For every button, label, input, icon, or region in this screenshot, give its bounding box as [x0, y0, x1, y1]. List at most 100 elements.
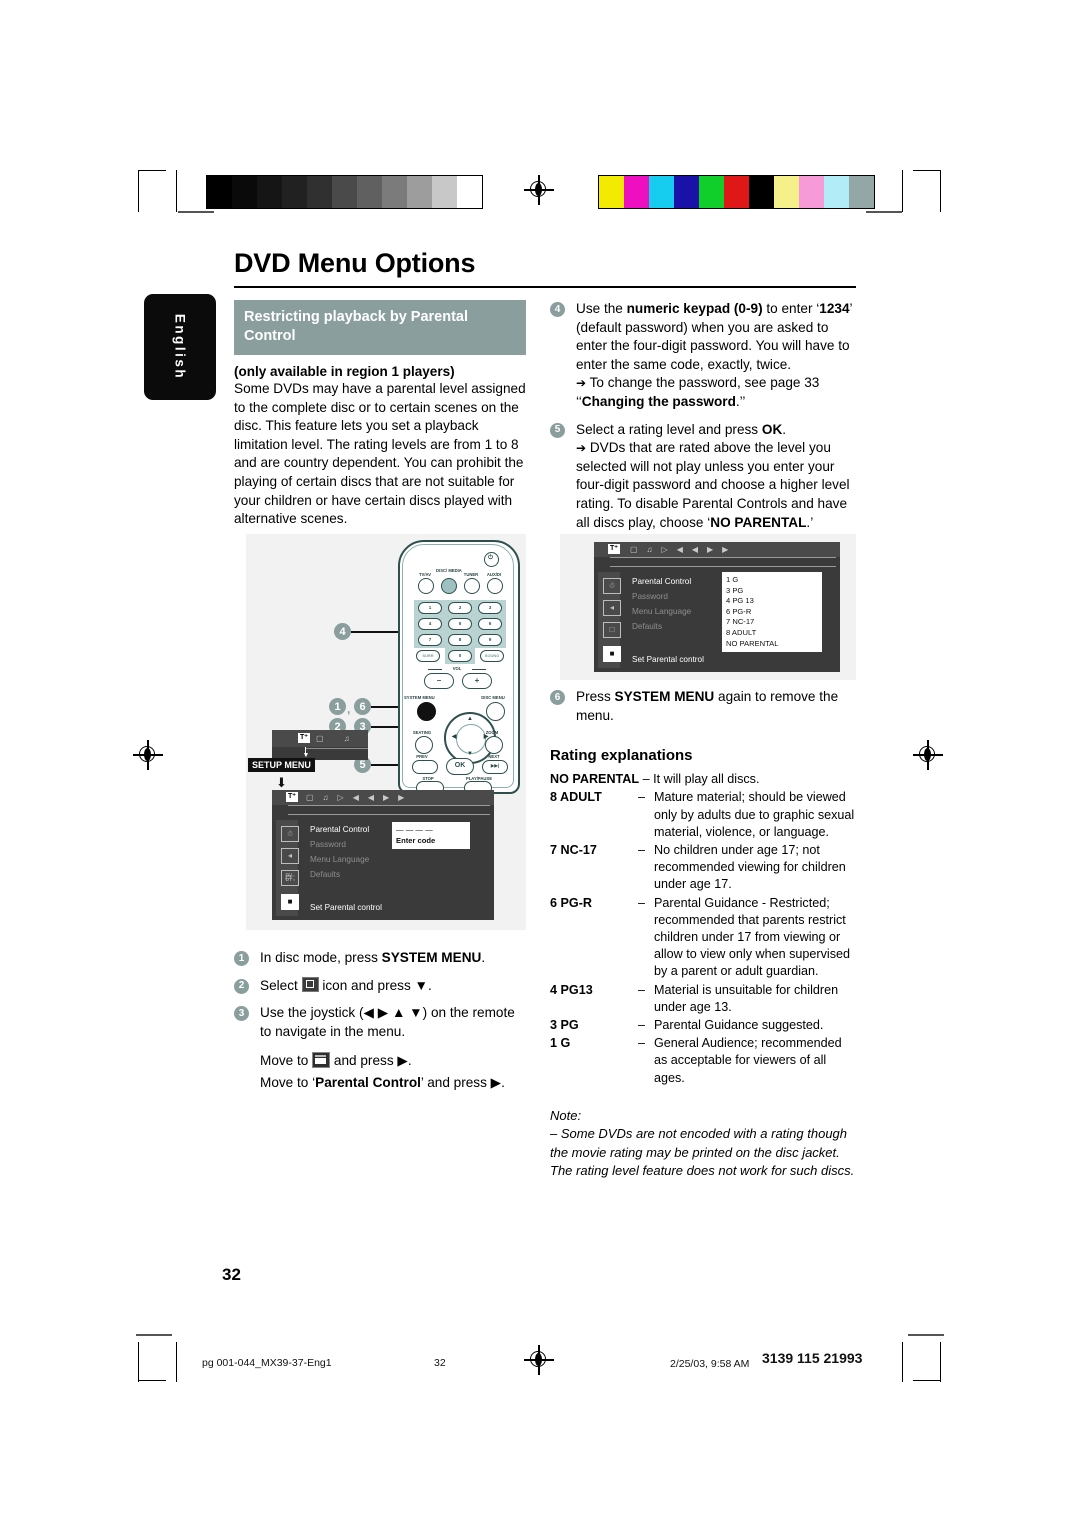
osd-icon-audio: ◂	[281, 848, 299, 864]
color-bar	[598, 175, 875, 209]
osd-sidebar: ☃ ◂ 群; ■	[276, 820, 299, 916]
osd-enter-code: T⁺ ▢♫▷◀◀▶▶ ☃ ◂ 群; ■ Parental Control Pas…	[272, 790, 494, 920]
crop-mark	[866, 211, 902, 213]
osd-option-7nc17[interactable]: 7 NC-17	[726, 617, 818, 628]
crop-mark	[913, 1380, 941, 1382]
osd-option-noparental[interactable]: NO PARENTAL	[726, 639, 818, 650]
step-4-arrow-line: ➔ To change the password, see page 33 ‘‘…	[576, 374, 856, 411]
crop-mark	[176, 1342, 178, 1382]
right-column-lower: 6 Press SYSTEM MENU again to remove the …	[550, 688, 856, 1180]
ratings-heading: Rating explanations	[550, 747, 693, 765]
keypad-1: 1	[418, 602, 442, 614]
step-text: .	[782, 421, 787, 437]
osd-menu-item-parental: Parental Control	[632, 577, 692, 586]
step-number: 4	[550, 302, 565, 317]
substep-text-after: ’ and press ▶.	[420, 1074, 505, 1090]
crop-mark	[940, 170, 942, 212]
system-menu-label: SYSTEM MENU	[404, 695, 435, 700]
section-lead: (only available in region 1 players)	[234, 364, 455, 379]
down-arrow-icon: ⬇	[276, 775, 287, 790]
step-6: 6 Press SYSTEM MENU again to remove the …	[550, 688, 856, 725]
keypad-0: 0	[448, 650, 472, 662]
osd-option-1g[interactable]: 1 G	[726, 575, 818, 586]
substep-keyword: Parental Control	[315, 1074, 421, 1090]
callout-1: 1	[329, 698, 346, 715]
osd-menu-item-defaults: Defaults	[632, 622, 663, 631]
rating-dash: –	[638, 982, 646, 997]
osd-icon-person: ☃	[281, 826, 299, 842]
rating-key: 4 PG13	[550, 982, 593, 997]
registration-mark	[913, 740, 943, 770]
substep-text: Move to	[260, 1053, 313, 1069]
page-canvas: DVD Menu Options English Restricting pla…	[0, 0, 1080, 1528]
crop-mark	[178, 211, 214, 213]
keypad-2: 2	[448, 602, 472, 614]
rating-key: 3 PG	[550, 1018, 579, 1033]
osd-status-text: Set Parental control	[632, 655, 704, 664]
osd-divider	[306, 748, 368, 749]
osd-tool-setup-icon: T⁺	[298, 733, 310, 743]
next-label: NEXT	[488, 754, 500, 759]
keypad-3: 3	[478, 602, 502, 614]
osd-icon-preferences: ■	[281, 894, 299, 910]
source-button-disc	[441, 578, 457, 594]
osd-option-8adult[interactable]: 8 ADULT	[726, 628, 818, 639]
osd-option-3pg[interactable]: 3 PG	[726, 586, 818, 597]
footer-code: 3139 115 21993	[762, 1350, 863, 1366]
osd-menu-item-password: Password	[310, 840, 346, 849]
step-number: 6	[550, 690, 565, 705]
step-keyword-password: 1234	[819, 301, 850, 316]
section-heading: Restricting playback by Parental Control	[234, 300, 526, 355]
rating-dash: –	[638, 895, 646, 910]
arrow-icon: ➔	[576, 376, 587, 391]
power-icon: ⏻	[488, 555, 493, 561]
crop-mark	[940, 1342, 942, 1382]
source-button-tvav	[418, 578, 434, 594]
source-label-tvav: TV/AV	[418, 572, 432, 577]
step-keyword-system-menu: SYSTEM MENU	[614, 689, 715, 704]
substep-text-after: and press ▶.	[330, 1053, 412, 1069]
step-number: 1	[234, 951, 249, 966]
crop-mark	[138, 1342, 140, 1382]
arrow-text-after: .’’	[735, 393, 746, 409]
osd-underline	[610, 566, 836, 567]
keypad-7: 7	[418, 634, 442, 646]
osd-icon-audio: ◂	[603, 600, 621, 616]
step-number: 3	[234, 1006, 249, 1022]
osd-menu-list: Parental Control Password Menu Language …	[310, 822, 369, 882]
osd-tool-setup-icon: T⁺	[608, 544, 620, 554]
footer-timestamp: 2/25/03, 9:58 AM	[670, 1358, 750, 1370]
osd-toolbar-icons: ▢ ♫	[316, 734, 359, 743]
figure-remote-and-osd: 4 1 , 6 2 , 3 5 ⏻ TV/AV DISC/ MEDIA TUNE…	[246, 534, 526, 930]
keypad-4: 4	[418, 618, 442, 630]
table-row: 8 ADULT – Mature material; should be vie…	[550, 789, 856, 841]
disc-menu-label: DISC MENU	[481, 695, 505, 700]
step-5: 5 Select a rating level and press OK. ➔ …	[550, 421, 856, 533]
crop-mark	[902, 170, 904, 212]
osd-option-6pgr[interactable]: 6 PG-R	[726, 607, 818, 618]
preferences-icon	[312, 1052, 331, 1069]
surround-button: SURR	[416, 650, 440, 662]
osd-underline	[288, 805, 490, 806]
step-5-arrow-line: ➔ DVDs that are rated above the level yo…	[576, 439, 856, 532]
joystick-up-icon: ▲	[467, 716, 473, 722]
joystick-left-icon: ◀	[451, 734, 457, 740]
section-paragraph: Some DVDs may have a parental level assi…	[234, 381, 526, 527]
setup-menu-icon	[301, 976, 319, 992]
registration-mark	[524, 175, 554, 205]
volume-down-button: –	[424, 673, 454, 689]
rating-key: 7 NC-17	[550, 843, 597, 857]
table-row: 7 NC-17 – No children under age 17; not …	[550, 842, 856, 894]
disc-menu-button	[486, 702, 505, 721]
osd-option-4pg13[interactable]: 4 PG 13	[726, 596, 818, 607]
step-number: 2	[234, 978, 249, 994]
rating-value: Parental Guidance suggested.	[654, 1018, 824, 1033]
note-text: – Some DVDs are not encoded with a ratin…	[550, 1126, 855, 1179]
language-tab: English	[144, 294, 216, 400]
rating-value: General Audience; recommended as accepta…	[654, 1036, 842, 1085]
step-text-after: .	[481, 950, 486, 965]
osd-tool-setup-icon: T⁺	[286, 792, 298, 802]
keypad-8: 8	[448, 634, 472, 646]
callout-comma: ,	[347, 702, 351, 716]
step-text-after: icon and press ▼.	[318, 977, 432, 993]
